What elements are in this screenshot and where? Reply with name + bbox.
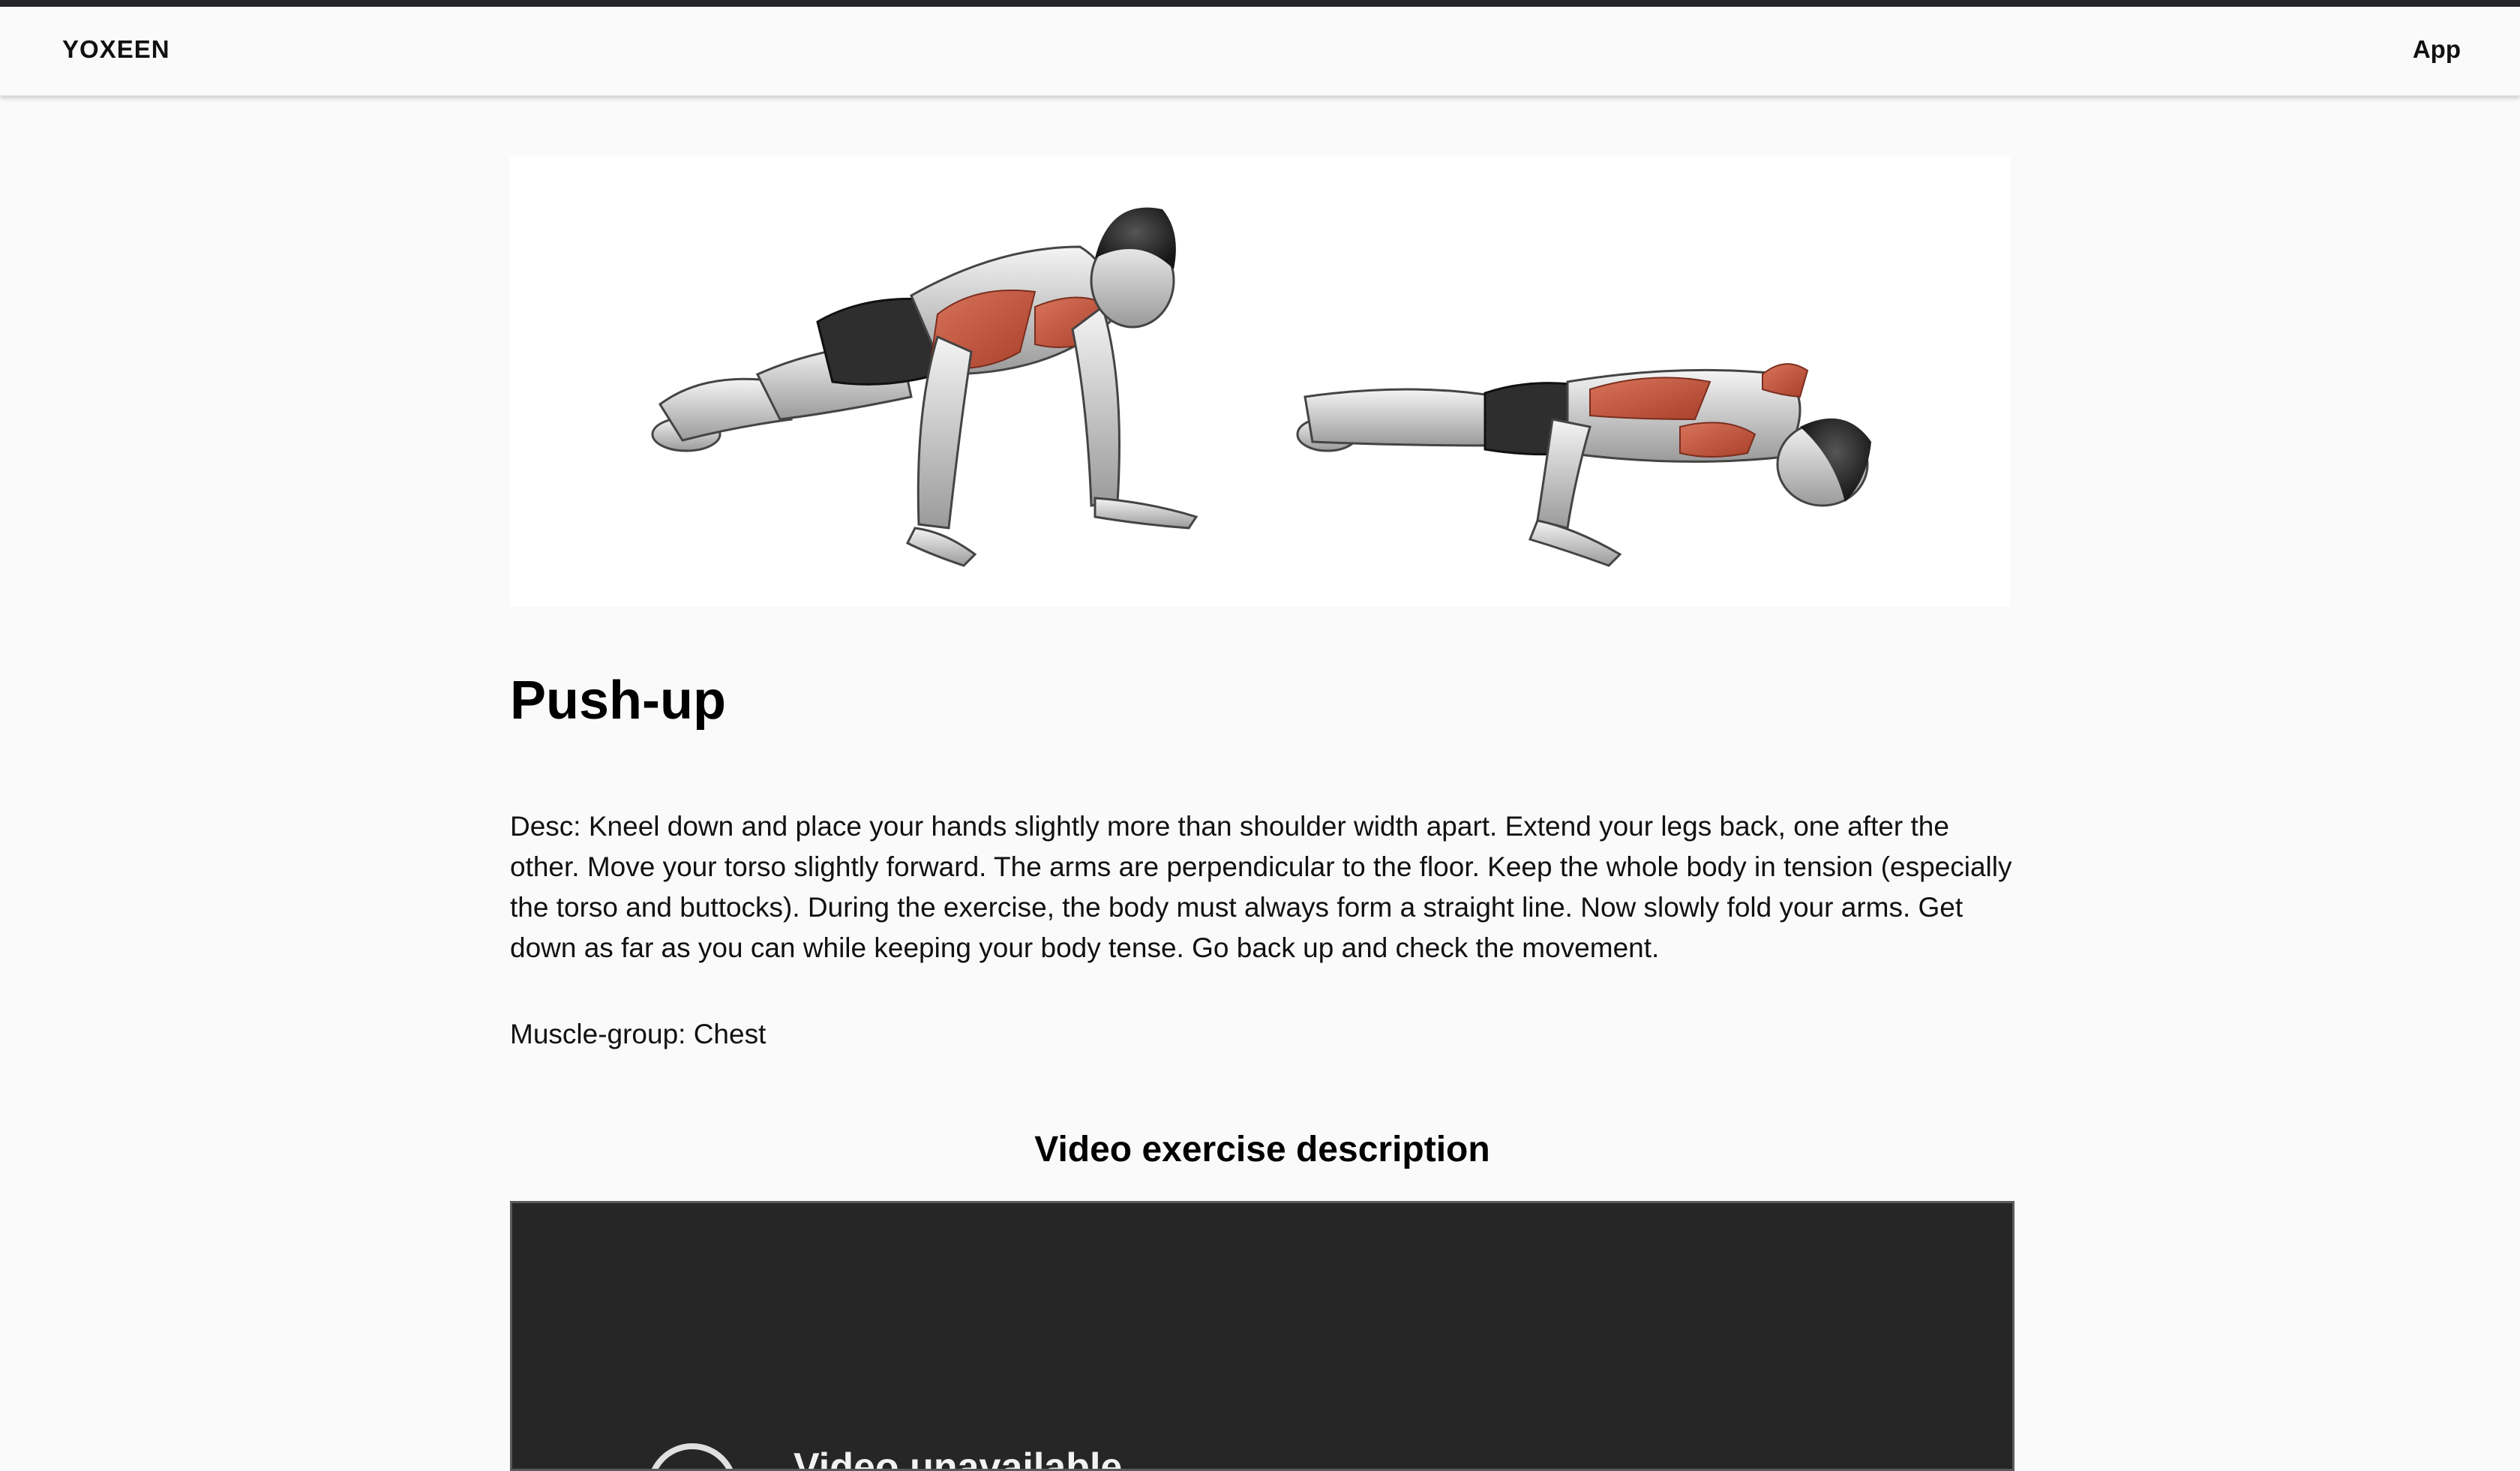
- video-unavailable-message: Video unavailable: [794, 1445, 1123, 1471]
- top-accent-bar: [0, 0, 2520, 7]
- muscle-group-label: Muscle-group: Chest: [510, 1019, 766, 1049]
- navbar: YOXEEN App: [0, 7, 2520, 96]
- video-player[interactable]: Video unavailable: [510, 1201, 2014, 1471]
- exercise-illustration: [510, 157, 2010, 607]
- video-unavailable-icon: [647, 1443, 737, 1469]
- exercise-description: Desc: Kneel down and place your hands sl…: [510, 811, 2012, 963]
- pushup-down-position-figure: [1296, 363, 1871, 567]
- brand-logo-link[interactable]: YOXEEN: [62, 35, 170, 64]
- pushup-figures-image: [651, 207, 1871, 567]
- exercise-title: Push-up: [510, 671, 726, 731]
- pushup-up-position-figure: [651, 207, 1198, 567]
- video-section-heading: Video exercise description: [1034, 1130, 1490, 1169]
- app-nav-link[interactable]: App: [2413, 35, 2461, 64]
